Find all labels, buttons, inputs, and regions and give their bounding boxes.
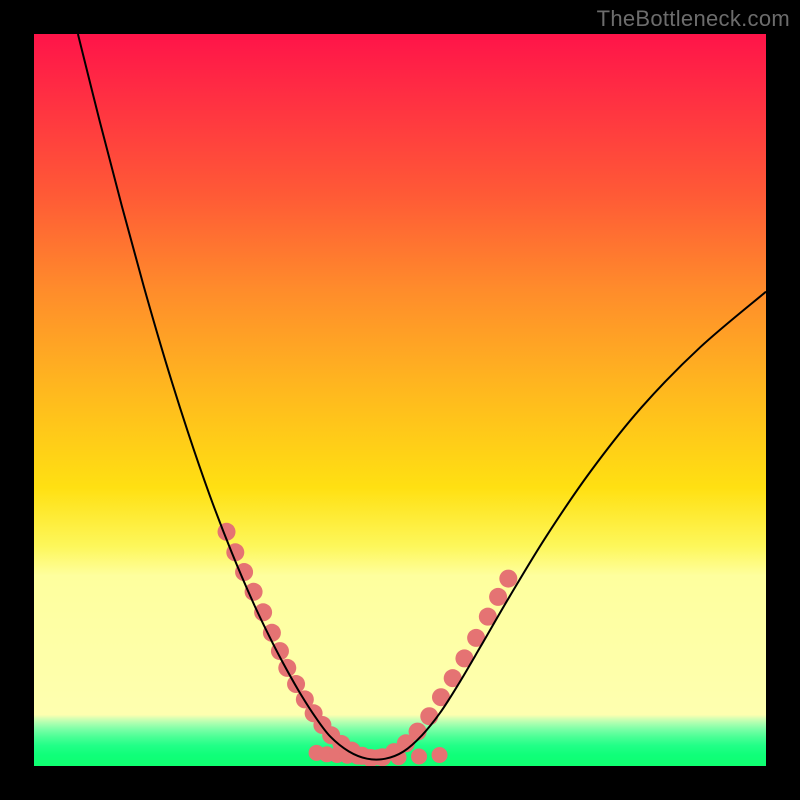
highlight-dots-left	[218, 523, 371, 765]
highlight-dot	[432, 747, 448, 763]
highlight-dot	[499, 570, 517, 588]
highlight-dot	[489, 588, 507, 606]
plot-area	[34, 34, 766, 766]
highlight-dot	[278, 659, 296, 677]
watermark-text: TheBottleneck.com	[597, 6, 790, 32]
curve-svg	[34, 34, 766, 766]
highlight-dot	[420, 707, 438, 725]
highlight-dot	[263, 624, 281, 642]
highlight-dot	[411, 748, 427, 764]
highlight-dots-right	[362, 570, 518, 766]
bottleneck-curve-path	[78, 34, 766, 760]
highlight-dot	[287, 675, 305, 693]
highlight-dot	[409, 723, 427, 741]
chart-root: TheBottleneck.com	[0, 0, 800, 800]
